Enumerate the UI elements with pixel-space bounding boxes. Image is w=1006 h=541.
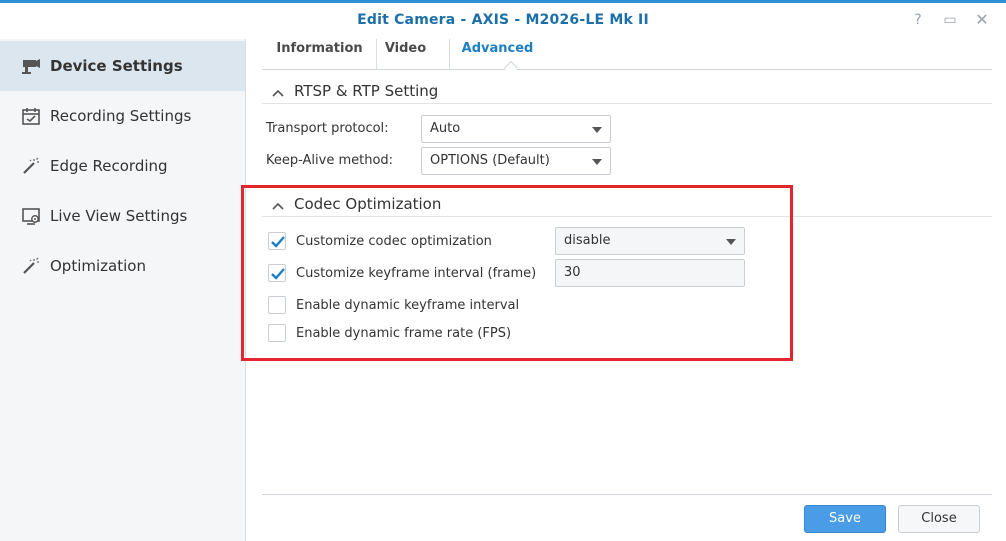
section-title: RTSP & RTP Setting	[294, 82, 439, 100]
select-value: Auto	[430, 121, 461, 136]
sidebar-item-label: Recording Settings	[50, 107, 192, 125]
title-bar: Edit Camera - AXIS - M2026-LE Mk II ? ▭ …	[0, 3, 1006, 39]
sidebar-item-label: Edge Recording	[50, 157, 168, 175]
footer-divider	[262, 494, 992, 495]
select-value: OPTIONS (Default)	[430, 153, 550, 168]
sidebar-item-live-view-settings[interactable]: Live View Settings	[0, 191, 245, 241]
monitor-settings-icon	[20, 205, 42, 227]
chevron-down-icon	[592, 159, 602, 165]
keepalive-method-label: Keep-Alive method:	[266, 153, 394, 168]
camera-icon	[20, 55, 42, 77]
tab-information[interactable]: Information	[262, 39, 377, 69]
tab-bar: Information Video Advanced	[262, 39, 992, 76]
transport-protocol-label: Transport protocol:	[266, 121, 389, 136]
help-icon[interactable]: ?	[909, 11, 927, 29]
sidebar-item-edge-recording[interactable]: Edge Recording	[0, 141, 245, 191]
close-icon[interactable]: ✕	[973, 11, 991, 29]
sidebar: Device Settings Recording Settings Edge …	[0, 39, 246, 541]
keepalive-method-select[interactable]: OPTIONS (Default)	[421, 147, 611, 175]
save-button[interactable]: Save	[804, 505, 886, 533]
sidebar-item-label: Device Settings	[50, 57, 183, 75]
close-button[interactable]: Close	[898, 505, 980, 533]
chevron-down-icon	[592, 127, 602, 133]
chevron-up-icon[interactable]	[272, 86, 284, 101]
section-header-rtsp[interactable]: RTSP & RTP Setting	[262, 80, 992, 104]
window-title: Edit Camera - AXIS - M2026-LE Mk II	[357, 12, 649, 28]
tab-video[interactable]: Video	[376, 39, 434, 69]
calendar-icon	[20, 105, 42, 127]
magic-wand-icon	[20, 255, 42, 277]
tab-advanced[interactable]: Advanced	[449, 39, 545, 69]
transport-protocol-select[interactable]: Auto	[421, 115, 611, 143]
sidebar-item-label: Optimization	[50, 257, 146, 275]
sidebar-item-optimization[interactable]: Optimization	[0, 241, 245, 291]
highlight-annotation-box	[241, 185, 793, 361]
sidebar-item-recording-settings[interactable]: Recording Settings	[0, 91, 245, 141]
maximize-icon[interactable]: ▭	[941, 11, 959, 29]
sidebar-item-label: Live View Settings	[50, 207, 188, 225]
sidebar-item-device-settings[interactable]: Device Settings	[0, 41, 245, 91]
magic-wand-icon	[20, 155, 42, 177]
